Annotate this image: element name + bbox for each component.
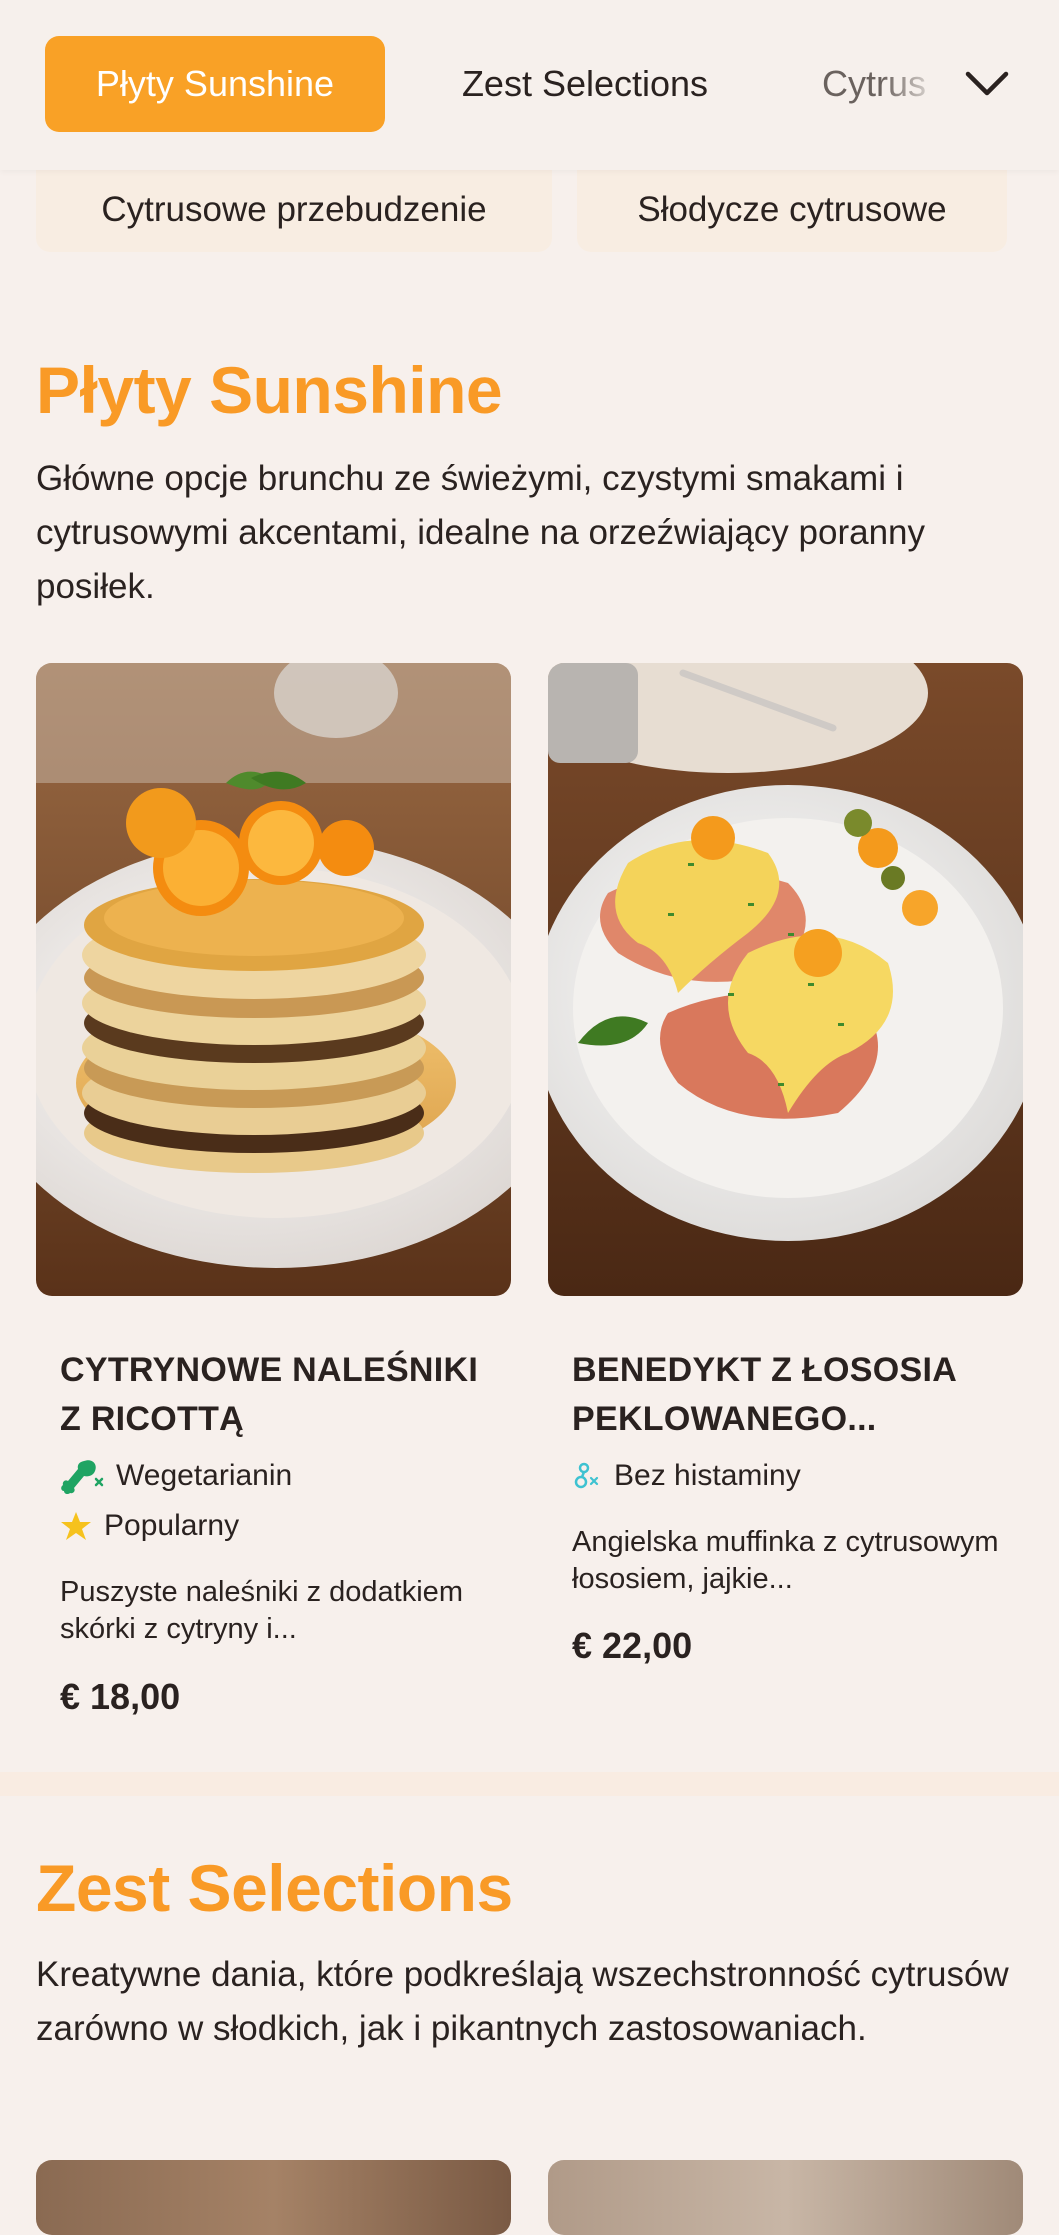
subcategory-chip[interactable]: Cytrusowe przebudzenie xyxy=(36,168,552,252)
tab-zest-selections[interactable]: Zest Selections xyxy=(430,36,740,132)
item-price: € 18,00 xyxy=(60,1676,181,1717)
menu-item-card[interactable]: BENEDYKT Z ŁOSOSIA PEKLOWANEGO... Bez hi… xyxy=(548,663,1023,1743)
section-title: Płyty Sunshine xyxy=(36,353,503,427)
tag-histamine-free: Bez histaminy xyxy=(572,1456,801,1496)
tag-label: Popularny xyxy=(104,1509,240,1542)
dish-photo xyxy=(36,2160,511,2235)
menu-item-card[interactable] xyxy=(36,2160,511,2235)
tag-label: Wegetarianin xyxy=(116,1459,293,1492)
section-divider xyxy=(0,1772,1059,1796)
section-description: Główne opcje brunchu ze świeżymi, czysty… xyxy=(36,459,926,606)
item-name: BENEDYKT Z ŁOSOSIA PEKLOWANEGO... xyxy=(572,1351,956,1438)
section-description: Kreatywne dania, które podkreślają wszec… xyxy=(36,1955,1009,2048)
section-title: Zest Selections xyxy=(36,1851,513,1925)
menu-item-card[interactable]: CYTRYNOWE NALEŚNIKI Z RICOTTĄ Wegetarian… xyxy=(36,663,511,1743)
tab-plyty-sunshine[interactable]: Płyty Sunshine xyxy=(45,36,385,132)
dish-photo xyxy=(548,2160,1023,2235)
item-price: € 22,00 xyxy=(572,1625,693,1666)
category-nav: Płyty Sunshine Zest Selections Cytrus xyxy=(0,0,1059,170)
tag-vegetarian: Wegetarianin xyxy=(60,1456,292,1496)
pancakes-photo xyxy=(36,663,511,1296)
tab-cytrus[interactable]: Cytrus xyxy=(822,36,942,132)
vegetarian-leg-icon xyxy=(60,1457,104,1495)
subcategory-chip[interactable]: Słodycze cytrusowe xyxy=(577,168,1007,252)
item-description: Puszyste naleśniki z dodatkiem skórki z … xyxy=(60,1576,463,1645)
item-description: Angielska muffinka z cytrusowym łososiem… xyxy=(572,1526,999,1595)
salmon-benedict-photo xyxy=(548,663,1023,1296)
menu-item-card[interactable] xyxy=(548,2160,1023,2235)
item-name: CYTRYNOWE NALEŚNIKI Z RICOTTĄ xyxy=(60,1351,479,1438)
tag-popular: Popularny xyxy=(60,1506,239,1546)
star-icon xyxy=(60,1510,92,1542)
histamine-free-icon xyxy=(572,1461,602,1491)
tag-label: Bez histaminy xyxy=(614,1459,801,1492)
chevron-down-icon[interactable] xyxy=(962,62,1012,106)
